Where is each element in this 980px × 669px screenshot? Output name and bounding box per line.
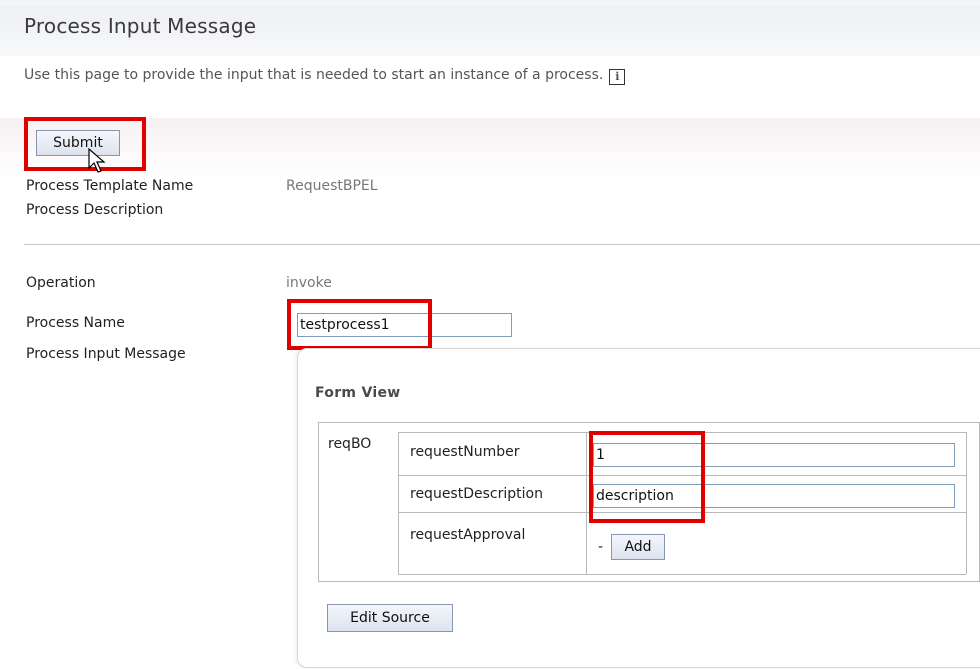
inner-table-row-divider <box>398 512 966 513</box>
template-name-label: Process Template Name <box>26 178 194 194</box>
page-title: Process Input Message <box>24 14 257 38</box>
template-name-value: RequestBPEL <box>286 178 378 194</box>
process-name-input[interactable] <box>297 313 512 337</box>
edit-source-button[interactable]: Edit Source <box>327 604 453 632</box>
submit-button[interactable]: Submit <box>36 130 120 156</box>
inner-table-bottom-border <box>398 574 966 575</box>
divider <box>24 244 980 245</box>
request-description-input[interactable] <box>593 484 955 508</box>
request-number-input[interactable] <box>593 443 955 467</box>
field-label-request-approval: requestApproval <box>410 527 526 543</box>
action-band <box>0 118 980 178</box>
inner-table-mid-border <box>586 432 587 574</box>
approval-prefix: - <box>598 539 604 555</box>
inner-table-top-border <box>398 432 966 433</box>
description-label: Process Description <box>26 202 164 218</box>
form-view-title: Form View <box>315 385 401 401</box>
inner-table-row-divider <box>398 475 966 476</box>
intro-text: Use this page to provide the input that … <box>24 67 604 83</box>
info-icon[interactable]: i <box>609 69 626 85</box>
mouse-cursor-icon <box>88 148 106 173</box>
field-label-request-number: requestNumber <box>410 444 520 460</box>
input-message-label: Process Input Message <box>26 346 186 362</box>
add-button[interactable]: Add <box>611 534 665 560</box>
page-intro: Use this page to provide the input that … <box>24 67 626 85</box>
field-label-request-description: requestDescription <box>410 486 543 502</box>
operation-value: invoke <box>286 275 332 291</box>
bo-name-label: reqBO <box>328 436 372 452</box>
process-name-label: Process Name <box>26 315 125 331</box>
operation-label: Operation <box>26 275 96 291</box>
inner-table-right-border <box>966 432 967 574</box>
inner-table-left-border <box>398 432 399 574</box>
